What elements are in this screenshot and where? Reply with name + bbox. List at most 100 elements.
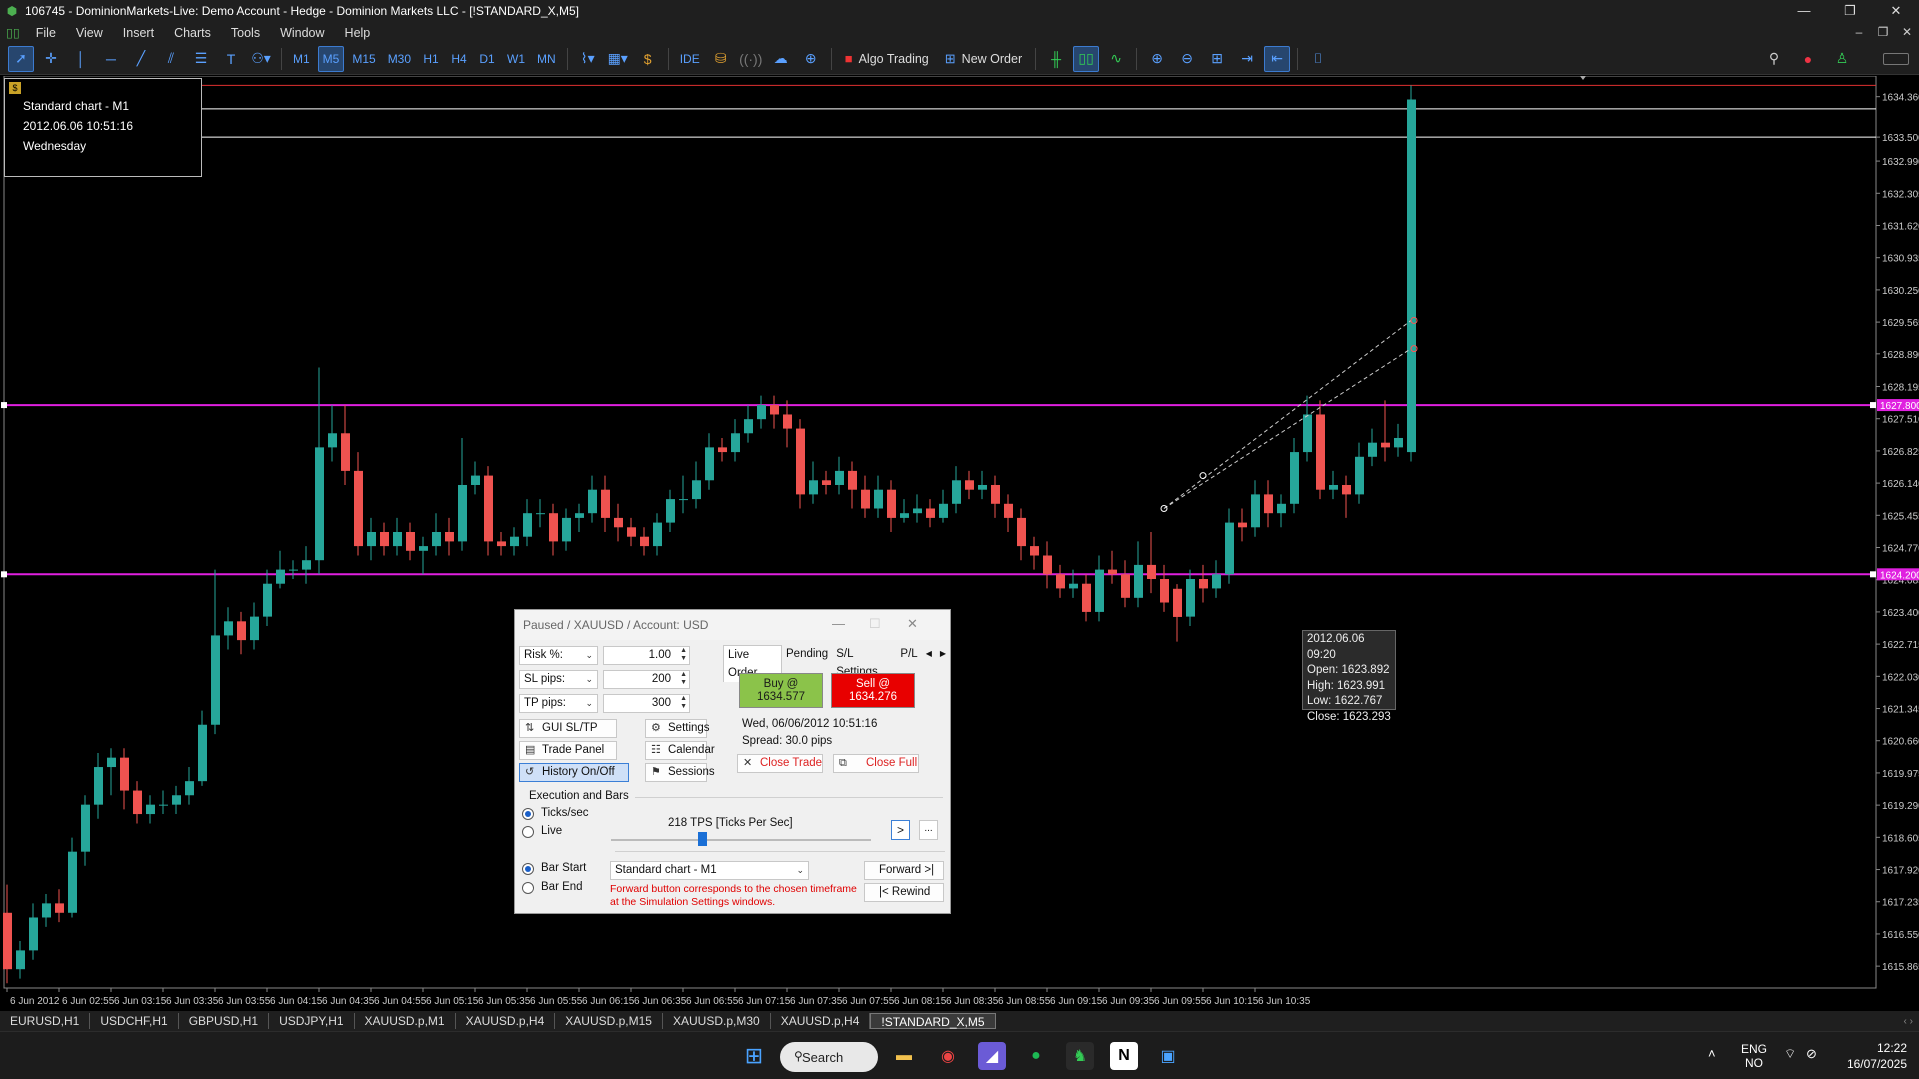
app-menu-icon[interactable]: ▯▯ (0, 25, 26, 40)
spotify-icon[interactable]: ● (1022, 1042, 1050, 1070)
dialog-title-bar[interactable]: Paused / XAUUSD / Account: USD — ☐ ✕ (515, 610, 950, 640)
new-order-button[interactable]: ⊞ New Order (939, 46, 1028, 72)
chart-tab[interactable]: XAUUSD.p,M1 (355, 1013, 456, 1029)
menu-charts[interactable]: Charts (164, 26, 221, 40)
timeframe-h1[interactable]: H1 (419, 46, 443, 72)
tab-scroll-right-icon[interactable]: ▶ (936, 645, 950, 682)
chart-tab[interactable]: XAUUSD.p,M30 (663, 1013, 771, 1029)
timeframe-h4[interactable]: H4 (447, 46, 471, 72)
windows-start-icon[interactable]: ⊞ (740, 1042, 768, 1070)
sessions-button[interactable]: ⚑ Sessions (645, 763, 715, 782)
rewind-button[interactable]: |< Rewind (864, 883, 944, 902)
search-icon[interactable]: ⚲ (1761, 46, 1787, 72)
bar-start-radio[interactable] (522, 863, 534, 875)
spinner-icon[interactable]: ▲ ▼ (680, 647, 687, 663)
shop-bag-icon[interactable]: ⛁ (708, 46, 734, 72)
shapes-icon[interactable]: ⚇▾ (248, 46, 274, 72)
chart-restore-button[interactable]: ❐ (1871, 22, 1895, 43)
metatrader-taskbar-icon[interactable]: ♞ (1066, 1042, 1094, 1070)
chart-shift-icon[interactable]: ⇤ (1264, 45, 1291, 72)
account-icon[interactable]: ♙ (1829, 46, 1855, 72)
trade-panel-button[interactable]: ▤ Trade Panel (519, 741, 617, 760)
tp-select[interactable]: TP pips: ⌄ (519, 694, 598, 713)
menu-view[interactable]: View (66, 26, 113, 40)
zoom-in-icon[interactable]: ⊕ (1144, 46, 1170, 72)
spinner-icon[interactable]: ▲ ▼ (680, 671, 687, 687)
menu-tools[interactable]: Tools (221, 26, 270, 40)
notifications-icon[interactable]: ● (1795, 46, 1821, 72)
file-explorer-icon[interactable]: ▬ (890, 1042, 918, 1070)
trendline-icon[interactable]: ╱ (128, 46, 154, 72)
chart-tab[interactable]: EURUSD,H1 (0, 1013, 91, 1029)
minimize-button[interactable]: — (1781, 0, 1827, 22)
zoom-out-icon[interactable]: ⊖ (1174, 46, 1200, 72)
vps-icon[interactable]: ⊕ (798, 46, 824, 72)
maximize-button[interactable]: ❐ (1827, 0, 1873, 22)
app-icon[interactable]: ◢ (978, 1042, 1006, 1070)
price-chart[interactable]: 1634.360 1633.500 1632.990 1632.305 1631.620… (0, 76, 1919, 1010)
settings-button[interactable]: ⚙ Settings (645, 719, 710, 738)
chart-tab-active[interactable]: !STANDARD_X,M5 (870, 1013, 996, 1029)
horizontal-line-icon[interactable]: ─ (98, 46, 124, 72)
bar-end-radio[interactable] (522, 882, 534, 894)
taskbar-search[interactable]: ⚲ Search (780, 1042, 878, 1072)
chart-close-button[interactable]: ✕ (1895, 22, 1919, 43)
chart-tab[interactable]: GBPUSD,H1 (179, 1013, 270, 1029)
menu-window[interactable]: Window (270, 26, 334, 40)
templates-icon[interactable]: ▦▾ (605, 46, 631, 72)
sl-select[interactable]: SL pips: ⌄ (519, 670, 598, 689)
chevron-up-icon[interactable]: ˄ (1708, 1046, 1716, 1061)
signal-icon[interactable]: ((·)) (738, 46, 764, 72)
forward-button[interactable]: Forward >| (864, 861, 944, 880)
close-full-button[interactable]: ⧉ Close Full (833, 754, 919, 773)
timeframe-m15[interactable]: M15 (348, 46, 379, 72)
line-chart-icon[interactable]: ∿ (1103, 46, 1129, 72)
spinner-icon[interactable]: ▲ ▼ (680, 695, 687, 711)
close-button[interactable]: ✕ (1873, 0, 1919, 22)
screenshot-icon[interactable]: ⌷ (1305, 46, 1331, 72)
autoscroll-icon[interactable]: ⇥ (1234, 46, 1260, 72)
timeframe-m5[interactable]: M5 (317, 45, 345, 72)
history-toggle-button[interactable]: ↺ History On/Off (519, 763, 629, 782)
language-indicator[interactable]: ENG NO (1741, 1042, 1767, 1070)
tab-scroll-arrows-icon[interactable]: ‹ › (1904, 1016, 1913, 1027)
chart-select[interactable]: Standard chart - M1 ⌄ (610, 861, 809, 880)
dialog-close-icon[interactable]: ✕ (907, 616, 918, 632)
tp-input[interactable]: 300 ▲ ▼ (603, 694, 690, 713)
close-trade-button[interactable]: ✕ Close Trade (737, 754, 823, 773)
bar-chart-icon[interactable]: ╫ (1043, 46, 1069, 72)
risk-input[interactable]: 1.00 ▲ ▼ (603, 646, 690, 665)
chrome-icon[interactable]: ◉ (934, 1042, 962, 1070)
chart-tab[interactable]: XAUUSD.p,H4 (771, 1013, 871, 1029)
gui-sltp-button[interactable]: ⇅ GUI SL/TP (519, 719, 617, 738)
crosshair-icon[interactable]: ✛ (38, 46, 64, 72)
play-button[interactable]: > (891, 820, 910, 840)
chart-minimize-button[interactable]: – (1847, 22, 1871, 43)
timeframe-w1[interactable]: W1 (503, 46, 529, 72)
window-app-icon[interactable]: ▣ (1154, 1042, 1182, 1070)
timeframe-m30[interactable]: M30 (384, 46, 415, 72)
ticks-radio[interactable] (522, 808, 534, 820)
chart-tab[interactable]: USDJPY,H1 (269, 1013, 355, 1029)
timeframe-mn[interactable]: MN (533, 46, 560, 72)
algo-trading-button[interactable]: ■ Algo Trading (839, 46, 935, 72)
timeframe-m1[interactable]: M1 (289, 46, 314, 72)
notion-icon[interactable]: N (1110, 1042, 1138, 1070)
tab-scroll-left-icon[interactable]: ◀ (922, 645, 936, 682)
candlestick-icon[interactable]: ▯▯ (1073, 45, 1100, 72)
wifi-icon[interactable]: ⌔ (1784, 1046, 1796, 1062)
dialog-maximize-icon[interactable]: ☐ (869, 616, 881, 632)
more-button[interactable]: ... (919, 820, 938, 840)
text-tool-icon[interactable]: T (218, 46, 244, 72)
cloud-icon[interactable]: ☁ (768, 46, 794, 72)
cursor-tool-icon[interactable]: ➚ (8, 45, 34, 72)
vertical-line-icon[interactable]: │ (68, 46, 94, 72)
grid-icon[interactable]: ⊞ (1204, 46, 1230, 72)
menu-file[interactable]: File (26, 26, 66, 40)
sell-button[interactable]: Sell @1634.276 (831, 673, 915, 708)
live-radio[interactable] (522, 826, 534, 838)
risk-select[interactable]: Risk %: ⌄ (519, 646, 598, 665)
indicators-icon[interactable]: ⌇▾ (575, 46, 601, 72)
sl-input[interactable]: 200 ▲ ▼ (603, 670, 690, 689)
buy-button[interactable]: Buy @1634.577 (739, 673, 823, 708)
